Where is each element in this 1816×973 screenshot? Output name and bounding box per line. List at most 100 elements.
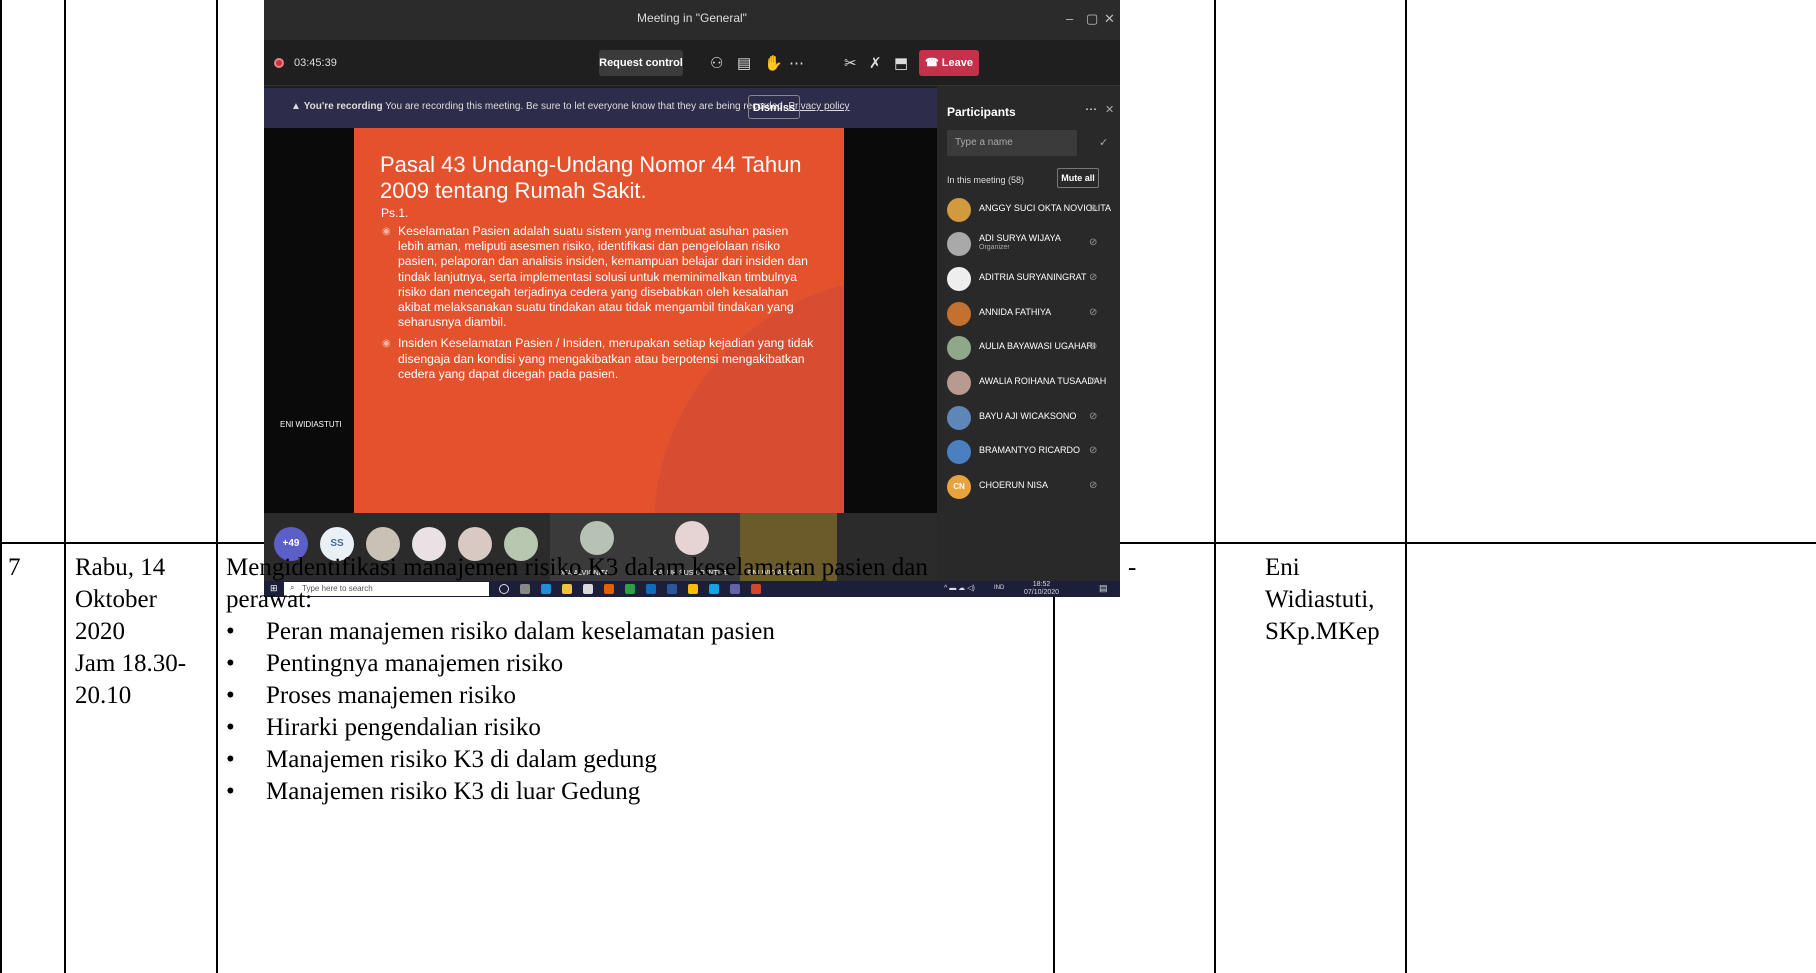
mic-muted-icon: ⊘ (1089, 341, 1098, 352)
more-options-icon[interactable]: ⋯ (1085, 102, 1097, 116)
activity-list: Peran manajemen risiko dalam keselamatan… (226, 616, 1046, 808)
recording-banner-message: You are recording this meeting. Be sure … (385, 101, 786, 112)
participant-name: ANNIDA FATHIYA (979, 307, 1052, 317)
participant-item[interactable]: ANGGY SUCI OKTA NOVIOLITA ⊘ (947, 196, 1111, 226)
check-icon: ✓ (1099, 137, 1109, 149)
pic-line: Eni (1265, 554, 1300, 581)
date-line: Oktober (75, 586, 157, 613)
slide-subtitle: Ps.1. (381, 206, 409, 220)
share-screen-icon[interactable]: ⬒ (894, 54, 908, 72)
avatar (947, 267, 971, 291)
in-meeting-section[interactable]: In this meeting (58) (947, 175, 1024, 185)
list-item: Proses manajemen risiko (226, 680, 1046, 712)
meeting-toolbar: 03:45:39 Request control ⚇ ▤ ✋ ⋯ ✂ ✗ ⬒ ☎… (264, 40, 1120, 86)
list-item: Hirarki pengendalian risiko (226, 712, 1046, 744)
slide-title: Pasal 43 Undang-Undang Nomor 44 Tahun 20… (380, 152, 802, 203)
activity-intro-cont: perawat: (226, 586, 313, 613)
date-line: 2020 (75, 618, 125, 645)
participant-name: AULIA BAYAWASI UGAHARI (979, 341, 1096, 351)
avatar (947, 406, 971, 430)
participants-title: Participants (947, 105, 1016, 119)
participants-panel: Participants ⋯ ✕ Type a name ✓ In this m… (937, 86, 1120, 581)
mic-muted-icon: ⊘ (1089, 237, 1098, 248)
maximize-icon[interactable]: ▢ (1086, 11, 1098, 27)
list-item: Manajemen risiko K3 di luar Gedung (226, 776, 1046, 808)
avatar (947, 198, 971, 222)
avatar (580, 521, 614, 555)
request-control-button[interactable]: Request control (599, 50, 683, 76)
camera-off-icon[interactable]: ✂ (844, 54, 857, 72)
raise-hand-icon[interactable]: ✋ (764, 54, 783, 72)
mic-muted-icon: ⊘ (1089, 272, 1098, 283)
speaker-name: ENI WIDIASTUTI (280, 420, 342, 429)
notification-icon[interactable]: ▤ (1099, 583, 1108, 594)
participant-name: ADI SURYA WIJAYA (979, 233, 1061, 243)
date-line: Jam 18.30- (75, 650, 187, 677)
mute-all-button[interactable]: Mute all (1057, 168, 1099, 188)
participant-item[interactable]: ADITRIA SURYANINGRAT ⊘ (947, 265, 1107, 295)
mic-muted-icon: ⊘ (1089, 480, 1098, 491)
participant-item[interactable]: ADI SURYA WIJAYA Organizer ⊘ (947, 230, 1107, 260)
avatar (675, 521, 709, 555)
table-col-divider (64, 0, 66, 973)
list-item: Manajemen risiko K3 di dalam gedung (226, 744, 1046, 776)
participants-icon[interactable]: ⚇ (710, 54, 723, 72)
table-col-divider (1214, 0, 1216, 973)
participant-item[interactable]: CN CHOERUN NISA ⊘ (947, 473, 1107, 503)
mic-muted-icon: ⊘ (1089, 445, 1098, 456)
participant-name: ADITRIA SURYANINGRAT (979, 272, 1087, 282)
date-line: Rabu, 14 (75, 554, 166, 581)
participant-item[interactable]: BAYU AJI WICAKSONO ⊘ (947, 404, 1107, 434)
participant-item[interactable]: AWALIA ROIHANA TUSAADAH ⊘ (947, 369, 1107, 399)
participant-name: CHOERUN NISA (979, 480, 1049, 490)
presentation-slide: Pasal 43 Undang-Undang Nomor 44 Tahun 20… (354, 128, 844, 513)
slide-bullet: ◉ Insiden Keselamatan Pasien / Insiden, m… (382, 336, 814, 381)
initials-avatar: CN (947, 475, 971, 499)
mic-muted-icon: ⊘ (1089, 307, 1098, 318)
recording-banner-strong: You're recording (303, 101, 383, 112)
avatar (947, 302, 971, 326)
participant-search-input[interactable]: Type a name (947, 130, 1077, 156)
avatar (947, 440, 971, 464)
pic-line: SKp.MKep (1265, 618, 1380, 645)
table-col-divider (1405, 0, 1407, 973)
avatar (947, 371, 971, 395)
participant-item[interactable]: BRAMANTYO RICARDO ⊘ (947, 438, 1107, 468)
row-pic: Eni Widiastuti, SKp.MKep (1265, 552, 1380, 648)
window-title: Meeting in "General" (637, 11, 747, 25)
row-number: 7 (8, 554, 21, 581)
minimize-icon[interactable]: – (1066, 11, 1073, 26)
avatar (947, 232, 971, 256)
pic-line: Widiastuti, (1265, 586, 1375, 613)
list-item: Peran manajemen risiko dalam keselamatan… (226, 616, 1046, 648)
participant-item[interactable]: ANNIDA FATHIYA ⊘ (947, 300, 1107, 330)
mic-muted-icon: ⊘ (1089, 203, 1098, 214)
participant-role: Organizer (979, 244, 1010, 251)
participant-item[interactable]: AULIA BAYAWASI UGAHARI ⊘ (947, 334, 1107, 364)
dismiss-button[interactable]: Dismiss (748, 95, 800, 119)
leave-button[interactable]: ☎ Leave (919, 50, 979, 76)
participant-name: AWALIA ROIHANA TUSAADAH (979, 376, 1107, 386)
window-titlebar: Meeting in "General" – ▢ ✕ (264, 0, 1120, 40)
recording-dot-icon (274, 58, 284, 68)
leave-label: Leave (941, 57, 973, 69)
slide-bullet: ◉ Keselamatan Pasien adalah suatu sistem … (382, 224, 808, 330)
date-line: 20.10 (75, 682, 132, 709)
mic-muted-icon: ⊘ (1089, 376, 1098, 387)
meeting-timer: 03:45:39 (294, 57, 337, 69)
warning-icon: ▲ (291, 101, 304, 112)
mic-muted-icon: ⊘ (1089, 411, 1098, 422)
chat-icon[interactable]: ▤ (737, 54, 751, 72)
shared-screen-stage: Pasal 43 Undang-Undang Nomor 44 Tahun 20… (264, 128, 937, 513)
hangup-icon: ☎ (925, 57, 942, 69)
more-options-icon[interactable]: ⋯ (789, 54, 804, 72)
table-border-left (0, 0, 2, 973)
row-date: Rabu, 14 Oktober 2020 Jam 18.30- 20.10 (75, 552, 186, 712)
close-icon[interactable]: ✕ (1104, 11, 1115, 27)
list-item: Pentingnya manajemen risiko (226, 648, 1046, 680)
table-col-divider (216, 0, 218, 973)
close-panel-icon[interactable]: ✕ (1105, 103, 1114, 116)
avatar (947, 336, 971, 360)
row-activity: Mengidentifikasi manajemen risiko K3 dal… (226, 552, 1046, 808)
mic-off-icon[interactable]: ✗ (869, 54, 882, 72)
